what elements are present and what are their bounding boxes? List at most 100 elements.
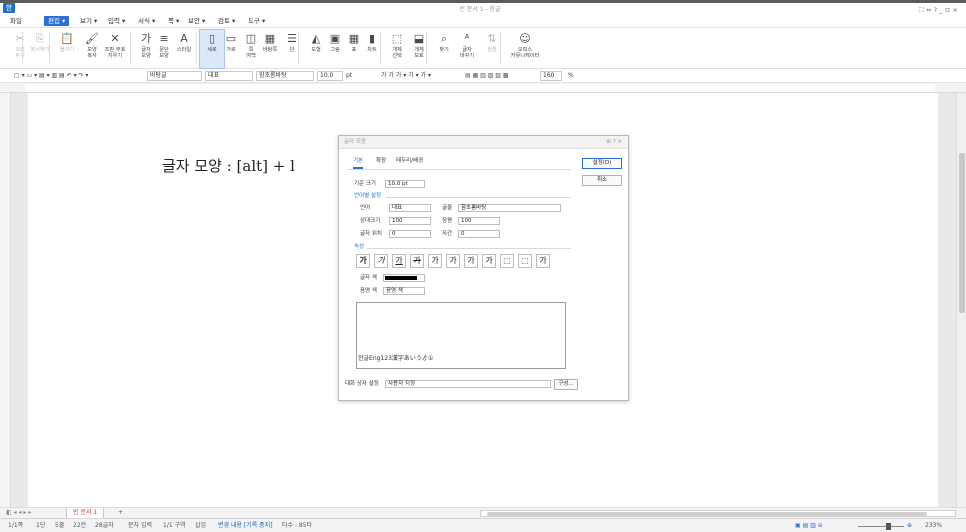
ribbon-button-label: 오피스 커뮤니케이터 <box>510 47 540 59</box>
format-toolbar: ▢ ▾ ▭ ▾ ▤ ▾ ▥ ▤ ↶ ▾ ↷ ▾ 바탕글 대표 함초롬바탕 10.… <box>0 69 966 83</box>
ribbon-button-object-protect[interactable]: ⬓ 개체 보호 <box>407 30 431 68</box>
document-text[interactable]: 글자 모양 : [alt] + l <box>162 155 295 176</box>
add-tab-button[interactable]: + <box>118 509 123 517</box>
cancel-button[interactable]: 취소 <box>582 175 622 186</box>
width-input[interactable]: 100 <box>458 217 500 225</box>
zoom-slider[interactable] <box>858 526 904 527</box>
menu-file[interactable]: 파일 <box>10 16 22 26</box>
menu-review[interactable]: 검토 ▾ <box>218 16 235 26</box>
base-size-label: 기준 크기 <box>354 181 376 187</box>
pos-input[interactable]: 0 <box>389 230 431 238</box>
tab-border[interactable]: 테두리/배경 <box>396 158 423 165</box>
ribbon-button-master-page[interactable]: ▦ 바탕쪽 <box>258 30 282 68</box>
ribbon-button-label: 찾기 <box>439 47 449 53</box>
menu-tools[interactable]: 도구 ▾ <box>248 16 265 26</box>
scissors-icon: ✂ <box>15 32 25 45</box>
view-mode-icons[interactable]: ▣ ▤ ▥ ⊖ <box>795 522 823 530</box>
paste-icon: 📋 <box>60 32 74 45</box>
engrave-icon[interactable]: 가 <box>482 254 496 268</box>
emboss-icon[interactable]: 가 <box>464 254 478 268</box>
ribbon-button-clear-format[interactable]: ✕ 조판 부호 지우기 <box>103 30 127 68</box>
bold-icon[interactable]: 가 <box>356 254 370 268</box>
status-track-changes[interactable]: 변경 내용 [기록 중지] <box>218 522 273 530</box>
base-size-input[interactable]: 10.0 pt <box>385 180 425 188</box>
menu-format[interactable]: 서식 ▾ <box>138 16 155 26</box>
hwp-app-icon[interactable]: 한 <box>3 3 15 13</box>
font-select-dialog[interactable]: 함초롬바탕 <box>458 204 561 212</box>
sort-icon: ⇅ <box>487 32 497 45</box>
align-icons[interactable]: ▤ ▦ ▥ ▧ ▨ ▩ <box>465 71 509 81</box>
ribbon-separator <box>196 32 197 64</box>
lang-label: 언어 <box>360 205 371 211</box>
title-bar: 한 빈 문서 1 - 한글 <box>0 0 966 13</box>
preset-select[interactable]: 사용자 지정 <box>385 380 551 388</box>
shadow-icon[interactable]: 가 <box>446 254 460 268</box>
zoom-in-icon[interactable]: ⊕ <box>907 522 912 530</box>
zoom-input[interactable]: 160 <box>540 71 562 81</box>
menu-insert[interactable]: 입력 ▾ <box>108 16 125 26</box>
ribbon-button-label: 단 <box>289 47 295 53</box>
ratio-input[interactable]: 100 <box>389 217 431 225</box>
ruler-track <box>25 84 935 92</box>
ribbon-separator <box>298 32 299 64</box>
find-icon: ⌕ <box>440 32 448 45</box>
ribbon-button-office-communicator[interactable]: ☺ 오피스 커뮤니케이터 <box>508 30 542 68</box>
ribbon-button-paste[interactable]: 📋 붙이기 <box>55 30 79 68</box>
vertical-ruler[interactable] <box>0 93 11 507</box>
ok-button[interactable]: 설정(D) <box>582 158 622 169</box>
shade-color-select[interactable]: 음영 색 <box>383 287 425 295</box>
ribbon-separator <box>426 32 427 64</box>
lang-select[interactable]: 대표 <box>389 204 431 212</box>
ratio-label: 상대크기 <box>360 218 381 224</box>
font-size-input[interactable]: 10.0 <box>317 71 343 81</box>
char-style-buttons[interactable]: 가 가 가 ▾ 가 ▾ 가 ▾ <box>381 71 431 81</box>
menu-security[interactable]: 보안 ▾ <box>188 16 205 26</box>
zoom-slider-thumb[interactable] <box>886 523 891 530</box>
table-icon: ▦ <box>348 32 360 45</box>
tab-nav-icons[interactable]: ◧ ◂ ◂ ▸ ▸ <box>6 509 31 517</box>
tab-extended[interactable]: 확장 <box>376 158 386 165</box>
ribbon-button-label: 조판 부호 지우기 <box>104 47 126 59</box>
window-controls[interactable]: ⛶ ⇔ ? _ ㅁ × <box>920 5 958 15</box>
language-select[interactable]: 대표 <box>205 71 253 81</box>
menu-view[interactable]: 보기 ▾ <box>80 16 97 26</box>
ribbon-button-columns[interactable]: ☰ 단 <box>280 30 304 68</box>
vertical-scrollbar[interactable] <box>956 93 966 507</box>
dialog-title-controls[interactable]: ⊞ ? × <box>606 139 622 146</box>
vertical-scroll-thumb[interactable] <box>959 153 965 313</box>
dialog-title-bar[interactable]: 글자 모양 ⊞ ? × <box>339 136 628 149</box>
superscript-icon[interactable]: ⬚ <box>500 254 514 268</box>
ribbon-button-find[interactable]: ⌕ 찾기 <box>432 30 456 68</box>
horizontal-scrollbar[interactable] <box>480 510 956 517</box>
ribbon-button-replace[interactable]: ᴬ 글자 바꾸기 <box>455 30 479 68</box>
portrait-icon: ▯ <box>208 32 216 45</box>
text-color-select[interactable] <box>383 274 425 282</box>
underline-icon[interactable]: 가 <box>392 254 406 268</box>
status-zoom[interactable]: 233% <box>925 522 942 530</box>
status-page[interactable]: 1/1쪽 <box>8 522 23 530</box>
menu-edit[interactable]: 편집 ▾ <box>44 16 70 26</box>
font-select[interactable]: 함초롬바탕 <box>256 71 314 81</box>
ribbon-button-format-painter[interactable]: 🖌 모양 복사 <box>80 30 104 68</box>
horizontal-scroll-thumb[interactable] <box>487 512 927 516</box>
normal-icon[interactable]: 가 <box>536 254 550 268</box>
page-margin-icon: ◫ <box>245 32 257 45</box>
subscript-icon[interactable]: ⬚ <box>518 254 532 268</box>
status-insert[interactable]: 삽입 <box>195 522 206 530</box>
window-title: 빈 문서 1 - 한글 <box>459 6 501 13</box>
italic-icon[interactable]: 가 <box>374 254 388 268</box>
ribbon-button-object-select[interactable]: ⬚ 개체 선택 <box>385 30 409 68</box>
style-select[interactable]: 바탕글 <box>147 71 202 81</box>
new-doc-icon[interactable]: ▢ ▾ ▭ ▾ ▤ ▾ ▥ ▤ ↶ ▾ ↷ ▾ <box>14 71 88 81</box>
status-line: 5줄 <box>55 522 65 529</box>
spacing-input[interactable]: 0 <box>458 230 500 238</box>
config-button[interactable]: 구성... <box>554 379 578 390</box>
strikethrough-icon[interactable]: 가 <box>410 254 424 268</box>
tab-basic[interactable]: 기본 <box>353 158 364 169</box>
status-section[interactable]: 1/1 구역 <box>163 522 186 530</box>
outline-icon[interactable]: 가 <box>428 254 442 268</box>
horizontal-ruler[interactable] <box>0 83 966 93</box>
menu-page[interactable]: 쪽 ▾ <box>168 16 179 26</box>
lang-section-line <box>386 197 571 198</box>
ribbon-button-style[interactable]: A 스타일 <box>172 30 196 68</box>
